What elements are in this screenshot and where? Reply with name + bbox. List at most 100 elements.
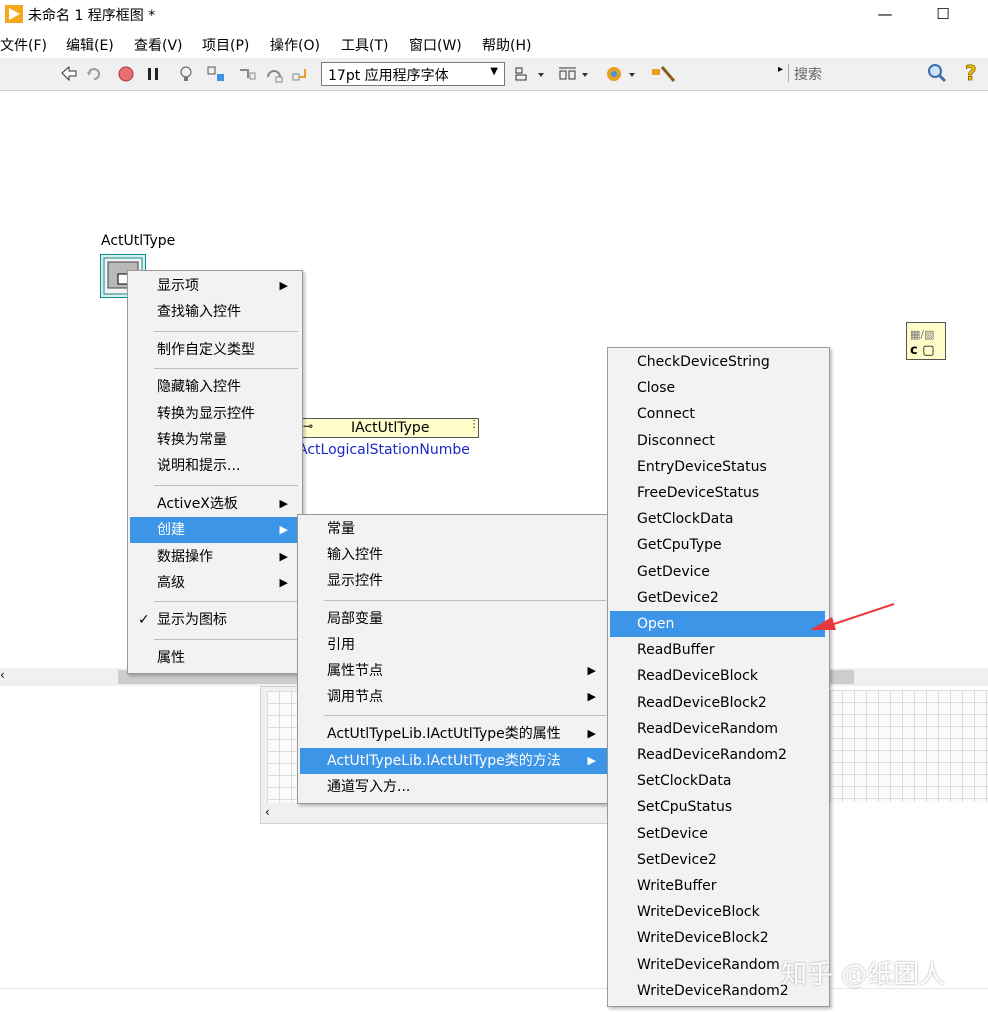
method-item-label: Connect [637, 406, 695, 423]
method-item[interactable]: GetCpuType [610, 532, 825, 558]
context-menu-item-label: 显示项 [157, 278, 199, 294]
create-submenu-item[interactable]: 显示控件 [300, 568, 608, 594]
method-item[interactable]: ReadDeviceRandom [610, 716, 825, 742]
create-submenu-item[interactable]: 属性节点 ▶ [300, 658, 608, 684]
context-menu-item[interactable]: ✓ 显示为图标 [130, 607, 300, 633]
method-item[interactable]: ReadDeviceRandom2 [610, 742, 825, 768]
method-item-label: ReadDeviceBlock2 [637, 694, 767, 711]
create-submenu-item[interactable]: 引用 [300, 632, 608, 658]
method-item[interactable]: Close [610, 375, 825, 401]
create-submenu-item[interactable]: 输入控件 [300, 542, 608, 568]
align-objects-icon[interactable] [514, 65, 546, 83]
search-box[interactable]: ▸ 搜索 [778, 62, 954, 84]
methods-submenu: CheckDeviceString Close Connect Disconnect E… [607, 347, 830, 1007]
method-item[interactable]: GetDevice2 [610, 585, 825, 611]
method-item[interactable]: GetDevice [610, 559, 825, 585]
context-menu-item[interactable]: ActiveX选板 ▶ [130, 491, 300, 517]
property-node[interactable]: ⊸ IActUtlType ⋮ ActLogicalStationNumber … [298, 418, 644, 462]
method-item[interactable]: WriteDeviceBlock [610, 899, 825, 925]
method-item-label: WriteBuffer [637, 878, 717, 894]
method-item[interactable]: GetClockData [610, 506, 825, 532]
method-item[interactable]: ReadDeviceBlock2 [610, 690, 825, 716]
clean-up-diagram-icon[interactable] [650, 65, 678, 83]
context-menu-item[interactable]: 制作自定义类型 [130, 337, 300, 363]
method-item[interactable]: SetDevice [610, 821, 825, 847]
method-item[interactable]: Disconnect [610, 428, 825, 454]
retain-wire-values-icon[interactable] [207, 65, 225, 83]
run-continuously-icon[interactable] [85, 65, 103, 83]
font-select-value: 17pt 应用程序字体 [328, 68, 449, 84]
method-item[interactable]: ReadDeviceBlock [610, 663, 825, 689]
method-item[interactable]: WriteBuffer [610, 873, 825, 899]
method-item[interactable]: CheckDeviceString [610, 349, 825, 375]
distribute-objects-icon[interactable] [558, 65, 590, 83]
context-menu-item[interactable]: 查找输入控件 [130, 299, 300, 325]
context-menu-item[interactable]: 转换为常量 [130, 427, 300, 453]
method-item[interactable]: WriteDeviceBlock2 [610, 925, 825, 951]
abort-icon[interactable] [117, 65, 135, 83]
panel-scrollbar[interactable]: ‹ [261, 805, 661, 823]
search-collapse-icon[interactable]: ▸ [778, 64, 783, 75]
reorder-icon[interactable] [605, 65, 637, 83]
create-submenu-item[interactable]: 通道写入方... [300, 774, 608, 800]
menu-help[interactable]: 帮助(H) [482, 35, 531, 55]
context-menu-item-label: 隐藏输入控件 [157, 379, 241, 396]
method-item[interactable]: FreeDeviceStatus [610, 480, 825, 506]
method-item[interactable]: SetClockData [610, 768, 825, 794]
context-menu-item[interactable]: 数据操作 ▶ [130, 544, 300, 570]
method-item[interactable]: SetCpuStatus [610, 794, 825, 820]
search-icon[interactable] [926, 62, 948, 84]
context-menu-item[interactable]: 隐藏输入控件 [130, 374, 300, 400]
run-arrow-icon[interactable] [60, 65, 78, 83]
create-submenu-item-label: 通道写入方... [327, 778, 411, 795]
method-item[interactable]: SetDevice2 [610, 847, 825, 873]
method-item[interactable]: ReadBuffer [610, 637, 825, 663]
chevron-down-icon: ▼ [490, 66, 498, 77]
menu-operate[interactable]: 操作(O) [270, 35, 320, 55]
menu-file[interactable]: 文件(F) [0, 35, 47, 55]
method-item-label: Close [637, 380, 676, 397]
menu-project[interactable]: 项目(P) [202, 35, 249, 55]
font-select[interactable]: 17pt 应用程序字体 ▼ [321, 62, 505, 86]
property-row[interactable]: ActLogicalStationNumber ▸ [298, 440, 644, 462]
flat-sequence-icon[interactable]: ▦/▧ c ▢ [906, 322, 946, 360]
method-item-label: WriteDeviceBlock [637, 904, 760, 921]
context-menu-item[interactable]: 高级 ▶ [130, 570, 300, 596]
context-menu-item[interactable]: 属性 [130, 645, 300, 671]
highlight-execution-icon[interactable] [177, 65, 195, 83]
context-menu-item[interactable]: 创建 ▶ [130, 517, 300, 544]
maximize-button[interactable]: ☐ [920, 0, 966, 30]
property-name: ActLogicalStationNumber [298, 442, 470, 458]
context-menu-item-label: 显示为图标 [157, 612, 227, 629]
scroll-left-icon[interactable]: ‹ [265, 805, 270, 819]
method-item[interactable]: Open [610, 611, 825, 637]
menu-separator [154, 368, 298, 370]
context-menu-item[interactable]: 转换为显示控件 [130, 401, 300, 427]
step-over-icon[interactable] [266, 65, 284, 83]
search-input[interactable]: 搜索 [794, 64, 822, 84]
menu-tools[interactable]: 工具(T) [341, 35, 388, 55]
minimize-button[interactable]: — [862, 0, 908, 30]
help-icon[interactable]: ? [962, 62, 982, 84]
create-submenu-item[interactable]: 局部变量 [300, 606, 608, 632]
method-item[interactable]: Connect [610, 401, 825, 427]
pause-icon[interactable] [144, 65, 162, 83]
create-submenu-item[interactable]: ActUtlTypeLib.IActUtlType类的属性 ▶ [300, 721, 608, 747]
method-item-label: WriteDeviceRandom2 [637, 982, 789, 999]
create-submenu-item[interactable]: ActUtlTypeLib.IActUtlType类的方法 ▶ [300, 747, 608, 774]
step-out-icon[interactable] [292, 65, 310, 83]
menu-edit[interactable]: 编辑(E) [66, 35, 114, 55]
menu-window[interactable]: 窗口(W) [409, 35, 462, 55]
context-menu-item-label: 高级 [157, 575, 185, 591]
context-menu-item-label: 转换为显示控件 [157, 405, 255, 422]
step-into-icon[interactable] [238, 65, 256, 83]
context-menu-item[interactable]: 说明和提示... [130, 453, 300, 479]
context-menu-item-label: 创建 [157, 522, 185, 539]
create-submenu-item[interactable]: 调用节点 ▶ [300, 684, 608, 710]
scroll-left-icon[interactable]: ‹ [0, 668, 5, 682]
menu-view[interactable]: 查看(V) [134, 35, 183, 55]
context-menu-item[interactable]: 显示项 ▶ [130, 273, 300, 299]
method-item[interactable]: EntryDeviceStatus [610, 454, 825, 480]
context-menu-item-label: 制作自定义类型 [157, 341, 255, 358]
create-submenu-item[interactable]: 常量 [300, 516, 608, 542]
